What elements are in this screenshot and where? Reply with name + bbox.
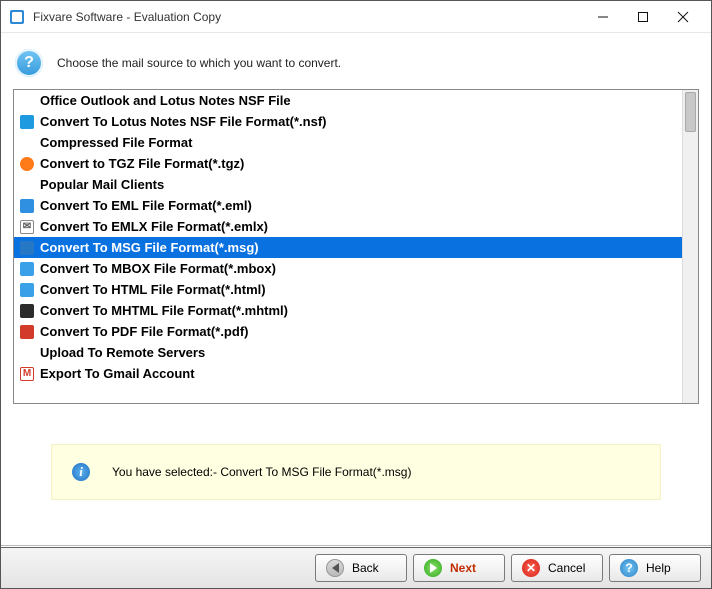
help-button-label: Help: [646, 561, 671, 575]
list-group-header: Upload To Remote Servers: [14, 342, 682, 363]
cancel-icon: ✕: [522, 559, 540, 577]
back-arrow-icon: [326, 559, 344, 577]
wizard-header: ? Choose the mail source to which you wa…: [1, 33, 711, 89]
selection-status-bar: i You have selected:- Convert To MSG Fil…: [51, 444, 661, 500]
emlx-icon: ✉: [18, 220, 36, 234]
list-item-label: Convert To HTML File Format(*.html): [36, 279, 266, 300]
selection-status-text: You have selected:- Convert To MSG File …: [112, 465, 411, 479]
list-item[interactable]: Convert To PDF File Format(*.pdf): [14, 321, 682, 342]
minimize-button[interactable]: [583, 3, 623, 31]
list-item[interactable]: Convert To MSG File Format(*.msg): [14, 237, 682, 258]
list-item-label: Convert to TGZ File Format(*.tgz): [36, 153, 244, 174]
list-item-label: Upload To Remote Servers: [36, 342, 205, 363]
close-button[interactable]: [663, 3, 703, 31]
back-button-label: Back: [352, 561, 379, 575]
wizard-button-bar: Back Next ✕ Cancel ? Help: [1, 547, 711, 588]
list-item[interactable]: ✉Convert To EMLX File Format(*.emlx): [14, 216, 682, 237]
pdf-icon: [18, 325, 36, 339]
list-item-label: Popular Mail Clients: [36, 174, 164, 195]
maximize-button[interactable]: [623, 3, 663, 31]
list-item-label: Convert To EML File Format(*.eml): [36, 195, 252, 216]
info-icon: i: [72, 463, 90, 481]
list-item-label: Convert To MSG File Format(*.msg): [36, 237, 259, 258]
list-item[interactable]: Convert To MBOX File Format(*.mbox): [14, 258, 682, 279]
next-arrow-icon: [424, 559, 442, 577]
list-item[interactable]: Convert To HTML File Format(*.html): [14, 279, 682, 300]
list-item[interactable]: Convert To EML File Format(*.eml): [14, 195, 682, 216]
list-item-label: Convert To Lotus Notes NSF File Format(*…: [36, 111, 327, 132]
window-title: Fixvare Software - Evaluation Copy: [33, 10, 583, 24]
list-item[interactable]: Convert To Lotus Notes NSF File Format(*…: [14, 111, 682, 132]
next-button[interactable]: Next: [413, 554, 505, 582]
cancel-button-label: Cancel: [548, 561, 585, 575]
titlebar: Fixvare Software - Evaluation Copy: [1, 1, 711, 33]
list-item[interactable]: MExport To Gmail Account: [14, 363, 682, 384]
mhtml-icon: [18, 304, 36, 318]
format-list-container: Office Outlook and Lotus Notes NSF FileC…: [13, 89, 699, 404]
app-window: Fixvare Software - Evaluation Copy ? Cho…: [0, 0, 712, 589]
instruction-text: Choose the mail source to which you want…: [57, 56, 341, 70]
gmail-icon: M: [18, 367, 36, 381]
selection-status-value: Convert To MSG File Format(*.msg): [220, 465, 411, 479]
html-icon: [18, 283, 36, 297]
msg-icon: [18, 241, 36, 255]
list-item-label: Convert To MHTML File Format(*.mhtml): [36, 300, 288, 321]
list-item-label: Compressed File Format: [36, 132, 192, 153]
list-item-label: Convert To EMLX File Format(*.emlx): [36, 216, 268, 237]
list-item-label: Convert To PDF File Format(*.pdf): [36, 321, 248, 342]
nsf-icon: [18, 115, 36, 129]
list-item[interactable]: Convert To MHTML File Format(*.mhtml): [14, 300, 682, 321]
app-icon: [9, 9, 25, 25]
cancel-button[interactable]: ✕ Cancel: [511, 554, 603, 582]
tgz-icon: [18, 157, 36, 171]
list-group-header: Compressed File Format: [14, 132, 682, 153]
next-button-label: Next: [450, 561, 476, 575]
list-item-label: Convert To MBOX File Format(*.mbox): [36, 258, 276, 279]
list-item-label: Export To Gmail Account: [36, 363, 195, 384]
list-group-header: Office Outlook and Lotus Notes NSF File: [14, 90, 682, 111]
mbox-icon: [18, 262, 36, 276]
list-item[interactable]: Convert to TGZ File Format(*.tgz): [14, 153, 682, 174]
help-hint-icon: ?: [15, 49, 43, 77]
help-icon: ?: [620, 559, 638, 577]
back-button[interactable]: Back: [315, 554, 407, 582]
scrollbar-thumb[interactable]: [685, 92, 696, 132]
footer-divider: [1, 545, 711, 546]
list-item-label: Office Outlook and Lotus Notes NSF File: [36, 90, 291, 111]
list-scrollbar[interactable]: [682, 90, 698, 403]
selection-status-prefix: You have selected:-: [112, 465, 220, 479]
eml-icon: [18, 199, 36, 213]
list-group-header: Popular Mail Clients: [14, 174, 682, 195]
format-list[interactable]: Office Outlook and Lotus Notes NSF FileC…: [14, 90, 682, 403]
help-button[interactable]: ? Help: [609, 554, 701, 582]
